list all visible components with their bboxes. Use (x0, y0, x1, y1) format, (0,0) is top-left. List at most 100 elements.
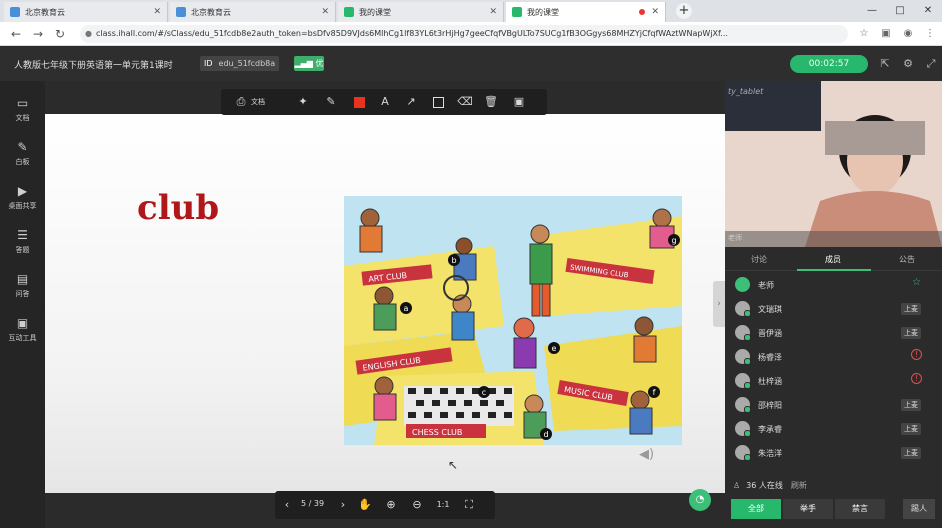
document-label[interactable]: 文档 (251, 97, 265, 107)
back-icon[interactable]: ← (8, 26, 24, 42)
browser-tab[interactable]: 我的课堂 ✕ (338, 2, 504, 22)
browser-tab[interactable]: 北京教育云 ✕ (170, 2, 336, 22)
maximize-button[interactable]: □ (886, 0, 914, 22)
avatar (735, 325, 751, 341)
member-row[interactable]: 杨睿泽 ! (725, 345, 942, 369)
star-icon: ☆ (912, 277, 921, 288)
tab-title: 北京教育云 (25, 7, 65, 17)
tab-title: 我的课堂 (359, 7, 391, 17)
mic-on-button[interactable]: 上麦 (901, 303, 921, 315)
lock-icon: ● (85, 29, 92, 38)
browser-tab[interactable]: 北京教育云 ✕ (4, 2, 168, 22)
chat-bubble-icon[interactable]: ◔ (689, 489, 711, 511)
menu-icon[interactable]: ⋮ (922, 26, 938, 42)
avatar (735, 301, 751, 317)
label-b: b (451, 256, 456, 265)
mic-on-button[interactable]: 上麦 (901, 399, 921, 411)
forward-icon[interactable]: → (30, 26, 46, 42)
new-tab-button[interactable]: + (676, 3, 692, 19)
sidebar-item-document[interactable]: ▭ 文档 (0, 96, 45, 136)
mic-on-button[interactable]: 上麦 (901, 447, 921, 459)
avatar (735, 421, 751, 437)
signal-quality-badge: ▂▄▆ 优 (294, 56, 324, 71)
kick-out-button[interactable]: 踢人 (903, 499, 935, 519)
prev-page-icon[interactable]: ‹ (279, 497, 295, 513)
address-bar[interactable]: ● class.ihall.com/#/sClass/edu_51fcdb8e2… (80, 25, 848, 43)
lesson-title: 人教版七年级下册英语第一单元第1课时 (14, 61, 173, 71)
member-row[interactable]: 李承睿 上麦 (725, 417, 942, 441)
member-row[interactable]: 杜梓涵 ! (725, 369, 942, 393)
slide-canvas[interactable]: club ART CLUB SWIMMING CLUB ENGLISH CLUB (45, 114, 725, 493)
fullscreen-icon[interactable]: ⤢ (924, 57, 938, 71)
sidebar-item-toolbox[interactable]: ▣ 互动工具 (0, 316, 45, 356)
eraser-icon[interactable]: ⌫ (457, 94, 473, 110)
browser-tab-active[interactable]: 我的课堂 ✕ (506, 2, 666, 22)
whiteboard-icon: ✎ (17, 140, 28, 154)
sidebar-item-qa[interactable]: ▤ 问答 (0, 272, 45, 312)
window-controls: — □ ✕ (858, 0, 942, 22)
sign-chess-club: CHESS CLUB (412, 428, 462, 437)
vocabulary-word: club (137, 188, 220, 228)
close-icon[interactable]: ✕ (153, 7, 161, 17)
teacher-name: 老师 (728, 234, 742, 242)
sidebar-item-quiz[interactable]: ☰ 答题 (0, 228, 45, 268)
sidebar-item-screen-share[interactable]: ▶ 桌面共享 (0, 184, 45, 224)
classroom-header: 人教版七年级下册英语第一单元第1课时 ID edu_51fcdb8a ▂▄▆ 优… (0, 47, 942, 81)
cloud-icon (176, 7, 186, 17)
tab-notice[interactable]: 公告 (899, 254, 915, 265)
signal-icon: ▂▄▆ (294, 59, 313, 68)
color-swatch[interactable] (354, 97, 365, 108)
reload-icon[interactable]: ↻ (52, 26, 68, 42)
pen-icon[interactable]: ✎ (323, 94, 339, 110)
camera-icon[interactable]: ▣ (878, 26, 894, 42)
fit-screen-icon[interactable]: ⛶ (461, 497, 477, 513)
arrow-icon[interactable]: ↗ (403, 94, 419, 110)
member-row[interactable]: 晋伊涵 上麦 (725, 321, 942, 345)
close-icon[interactable]: ✕ (489, 7, 497, 17)
mic-on-button[interactable]: 上麦 (901, 423, 921, 435)
warning-icon[interactable]: ! (911, 373, 922, 384)
recording-icon (639, 9, 646, 15)
panel-collapse-handle[interactable]: › (713, 281, 725, 327)
text-tool-icon[interactable]: A (377, 94, 393, 110)
exit-icon[interactable]: ⇱ (878, 57, 892, 71)
star-icon[interactable]: ☆ (856, 26, 872, 42)
zoom-out-icon[interactable]: ⊖ (409, 497, 425, 513)
sidebar-item-whiteboard[interactable]: ✎ 白板 (0, 140, 45, 180)
browser-toolbar: ← → ↻ ● class.ihall.com/#/sClass/edu_51f… (0, 22, 942, 46)
trash-icon[interactable]: 🗑 (483, 94, 499, 110)
rectangle-icon[interactable] (433, 97, 444, 108)
close-icon[interactable]: ✕ (651, 7, 659, 17)
tab-discussion[interactable]: 讨论 (751, 254, 767, 265)
label-c: c (482, 388, 486, 397)
document-icon[interactable]: ⎙ (233, 94, 249, 110)
hand-icon[interactable]: ✋ (357, 497, 373, 513)
profile-icon[interactable]: ◉ (900, 26, 916, 42)
minimize-button[interactable]: — (858, 0, 886, 22)
member-row[interactable]: 邵梓阳 上麦 (725, 393, 942, 417)
member-row[interactable]: 朱浩洋 上麦 (725, 441, 942, 465)
mic-on-button[interactable]: 上麦 (901, 327, 921, 339)
refresh-link[interactable]: 刷新 (791, 480, 807, 491)
laser-pointer-icon[interactable]: ✦ (295, 94, 311, 110)
right-panel: ty_tablet 老师 讨论 成员 公告 老师 ☆ 文瑞琪 上麦 晋伊涵 上麦… (725, 81, 942, 528)
online-count: 36 人在线 (746, 481, 783, 490)
cloud-icon (10, 7, 20, 17)
zoom-in-icon[interactable]: ⊕ (383, 497, 399, 513)
member-row[interactable]: 文瑞琪 上麦 (725, 297, 942, 321)
clubs-illustration: ART CLUB SWIMMING CLUB ENGLISH CLUB MUSI… (344, 196, 682, 445)
avatar (735, 373, 751, 389)
save-icon[interactable]: ▣ (511, 94, 527, 110)
tab-members[interactable]: 成员 (825, 254, 841, 265)
filter-muted-button[interactable]: 禁言 (835, 499, 885, 519)
speaker-icon[interactable]: ◀) (639, 447, 657, 465)
member-row[interactable]: 老师 ☆ (725, 273, 942, 297)
next-page-icon[interactable]: › (335, 497, 351, 513)
actual-size-icon[interactable]: 1:1 (435, 497, 451, 513)
filter-raise-hand-button[interactable]: 举手 (783, 499, 833, 519)
close-icon[interactable]: ✕ (321, 7, 329, 17)
gear-icon[interactable]: ⚙ (901, 57, 915, 71)
warning-icon[interactable]: ! (911, 349, 922, 360)
close-window-button[interactable]: ✕ (914, 0, 942, 22)
filter-all-button[interactable]: 全部 (731, 499, 781, 519)
